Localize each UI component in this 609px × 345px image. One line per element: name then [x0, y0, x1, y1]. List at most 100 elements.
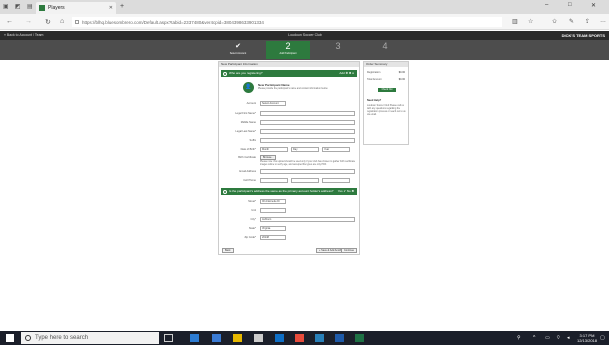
word-icon[interactable] — [335, 334, 344, 342]
maximize-button[interactable]: □ — [568, 2, 572, 8]
step-number: 3 — [335, 41, 341, 51]
cortana-icon — [25, 335, 31, 341]
network-icon[interactable]: ⌔ — [556, 335, 561, 341]
people-icon[interactable]: ⚲ — [517, 335, 521, 341]
zip-label: Zip Code* — [244, 236, 256, 239]
excel-icon[interactable] — [355, 334, 364, 342]
step-2[interactable]: 2 Add Participant — [266, 41, 310, 59]
email-label: Email Address — [239, 170, 256, 173]
forward-arrow-icon[interactable]: → — [25, 18, 32, 25]
last-name-label: Legal Last Name* — [235, 130, 256, 133]
suffix-input[interactable] — [260, 138, 355, 143]
step-label: Select Account — [229, 52, 247, 55]
taskbar-app-icon[interactable] — [212, 334, 221, 342]
first-name-input[interactable] — [260, 111, 355, 116]
email-input[interactable] — [260, 169, 355, 174]
browser-tab[interactable]: Players ✕ — [36, 2, 116, 14]
chrome-icon[interactable] — [295, 334, 304, 342]
windows-start-icon[interactable] — [6, 334, 14, 342]
share-icon[interactable]: ⇪ — [585, 18, 590, 25]
refresh-icon[interactable]: ↻ — [45, 18, 51, 26]
url-field[interactable]: https://blhq.bluesombrero.com/Default.as… — [72, 17, 502, 27]
middle-name-input[interactable] — [260, 120, 355, 125]
section-title: Who are you registering? — [229, 71, 263, 75]
more-menu-icon[interactable]: … — [600, 18, 606, 24]
account-label: Account — [246, 102, 256, 105]
back-arrow-icon[interactable]: ← — [6, 18, 13, 25]
last-name-input[interactable] — [260, 129, 355, 134]
account-select[interactable]: Select Account — [260, 101, 286, 106]
state-select[interactable]: Virginia — [260, 226, 286, 231]
task-view-icon[interactable] — [164, 334, 173, 342]
back-to-account-link[interactable]: « Back to Account / Team — [4, 33, 43, 37]
tab-actions-icon[interactable]: ▣ — [3, 3, 9, 10]
dob-label: Date of Birth* — [240, 148, 256, 151]
summary-row-value: $0.00 — [398, 78, 405, 81]
dob-year-select[interactable]: Year — [322, 147, 350, 152]
step-1[interactable]: ✔ Select Account — [216, 41, 260, 59]
continue-button[interactable]: Continue — [341, 248, 358, 253]
suffix-label: Suffix — [249, 139, 256, 142]
club-title: Loudoun Soccer Club — [288, 33, 322, 37]
birth-cert-label: Birth Certificate — [238, 156, 256, 159]
tab-preview-icon[interactable]: ▤ — [27, 3, 33, 10]
step-number: 4 — [382, 41, 388, 51]
step-number: 2 — [285, 41, 291, 51]
back-button[interactable]: Back — [222, 248, 234, 253]
help-title: Need Help? — [367, 99, 382, 102]
action-center-icon[interactable]: ▢ — [600, 335, 605, 341]
tray-chevron-icon[interactable]: ^ — [533, 335, 535, 341]
step-4[interactable]: 4 — [363, 41, 407, 59]
url-text: https://blhq.bluesombrero.com/Default.as… — [82, 19, 264, 25]
state-label: State* — [248, 227, 256, 230]
edge-taskbar-icon[interactable] — [190, 334, 199, 342]
store-icon[interactable] — [254, 334, 263, 342]
favorite-star-icon[interactable]: ☆ — [528, 18, 533, 25]
participant-name-note: Please provide the participant's name an… — [258, 88, 328, 90]
checkout-button[interactable]: Check Out — [378, 88, 396, 92]
site-favicon-icon — [39, 5, 45, 11]
battery-icon[interactable]: ▭ — [545, 335, 550, 341]
cell-phone-input[interactable] — [260, 178, 288, 183]
close-window-button[interactable]: ✕ — [591, 2, 596, 9]
participant-avatar-icon[interactable]: 👤 — [243, 82, 254, 93]
windows-taskbar: Type here to search ⚲ ^ ▭ ⌔ ◂ 3:17 PM 12… — [0, 331, 609, 345]
taskbar-clock[interactable]: 3:17 PM 12/13/2018 — [577, 333, 597, 343]
tab-close-icon[interactable]: ✕ — [109, 5, 113, 11]
step-check-icon: ✔ — [235, 43, 241, 50]
summary-row-label: Registration — [367, 71, 381, 74]
taskbar-app-icon[interactable] — [315, 334, 324, 342]
unit-label: Unit — [251, 209, 256, 212]
cell-phone-input-2[interactable] — [291, 178, 319, 183]
step-3[interactable]: 3 — [316, 41, 360, 59]
summary-row-value: $0.00 — [398, 71, 405, 74]
favorites-hub-icon[interactable]: ✩ — [552, 18, 557, 25]
minimize-button[interactable]: – — [545, 2, 548, 8]
dob-day-select[interactable]: Day — [291, 147, 319, 152]
set-aside-tabs-icon[interactable]: ◩ — [15, 3, 21, 10]
first-name-label: Legal First Name* — [235, 112, 256, 115]
zip-input[interactable]: 20148 — [260, 235, 286, 240]
taskbar-search[interactable]: Type here to search — [21, 332, 159, 344]
notes-icon[interactable]: ✎ — [569, 18, 574, 25]
reading-view-icon[interactable]: ▥ — [512, 18, 518, 25]
summary-title: Order Summary — [364, 62, 408, 67]
volume-icon[interactable]: ◂ — [567, 335, 570, 341]
home-icon[interactable]: ⌂ — [60, 18, 64, 25]
cell-phone-input-3[interactable] — [322, 178, 350, 183]
browse-button[interactable]: Browse... — [260, 155, 277, 160]
middle-name-label: Middle Name — [240, 121, 256, 124]
dob-month-select[interactable]: Month — [260, 147, 288, 152]
file-explorer-icon[interactable] — [233, 334, 242, 342]
new-tab-button[interactable]: + — [120, 3, 124, 10]
street-input[interactable]: 00 Antionette Dr — [260, 199, 286, 204]
mail-icon[interactable] — [275, 334, 284, 342]
summary-row-label: Total Amount — [367, 78, 382, 81]
order-summary-panel: Order Summary Registration $0.00 Total A… — [363, 61, 409, 145]
cell-phone-label: Cell Phone — [243, 179, 256, 182]
section-actions[interactable]: Add ✚ ✖ ● — [339, 70, 354, 77]
unit-input[interactable] — [260, 208, 286, 213]
participant-form-card: New Participant Information Who are you … — [218, 61, 360, 255]
address-same-toggle[interactable]: Yes ✔ No ✖ — [338, 188, 354, 195]
city-input[interactable]: Ashburn — [260, 217, 355, 222]
